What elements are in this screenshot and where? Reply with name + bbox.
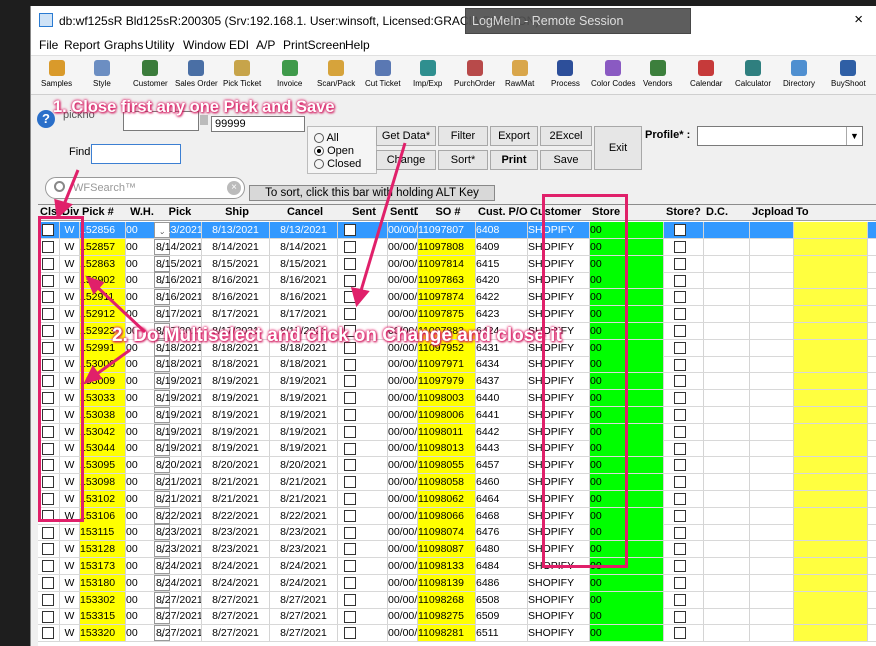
arrow-to-select — [93, 283, 147, 334]
arrow-to-select-2 — [93, 348, 131, 378]
arrow-step1-head — [54, 198, 73, 220]
arrow-to-select-2-head — [83, 365, 103, 385]
arrow-to-change-head — [350, 287, 370, 308]
arrow-step1 — [61, 169, 80, 208]
arrow-to-change — [358, 142, 407, 295]
annotation-arrows — [54, 142, 407, 385]
